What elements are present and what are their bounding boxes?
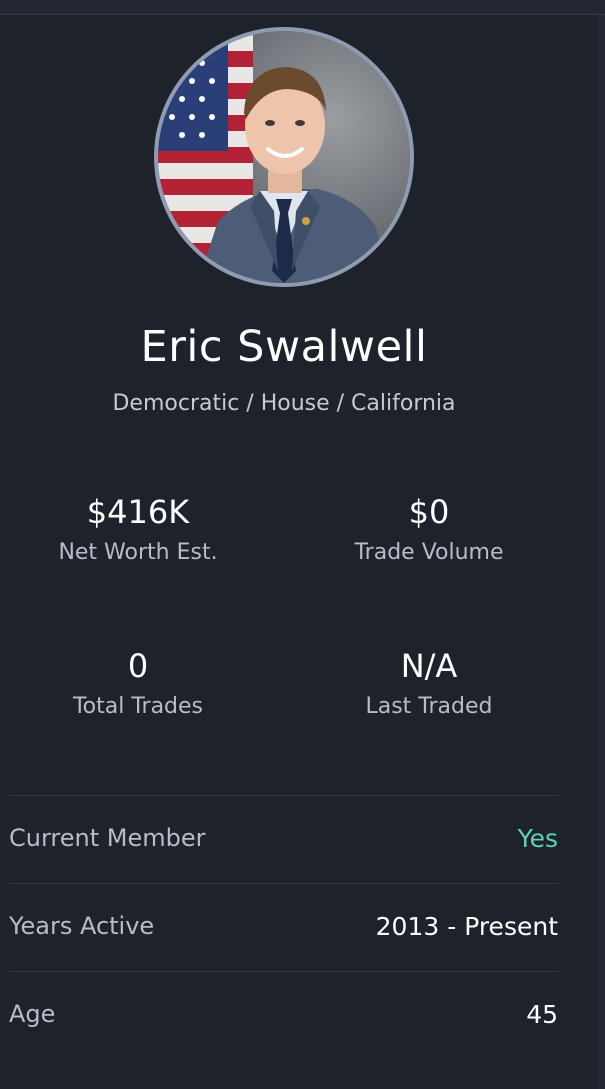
current-member-value: Yes bbox=[517, 824, 558, 853]
divider bbox=[9, 971, 559, 972]
years-active-value: 2013 - Present bbox=[375, 912, 558, 941]
divider bbox=[9, 795, 559, 796]
stat-net-worth: $416K Net Worth Est. bbox=[8, 492, 268, 568]
divider bbox=[9, 883, 559, 884]
years-active-label: Years Active bbox=[9, 912, 155, 940]
scroll-edge bbox=[597, 15, 605, 1089]
portrait-photo-icon bbox=[158, 31, 410, 283]
stat-label: Trade Volume bbox=[354, 540, 504, 565]
stat-label: Total Trades bbox=[72, 694, 204, 719]
age-label: Age bbox=[9, 1000, 56, 1028]
stat-label: Net Worth Est. bbox=[58, 540, 218, 565]
avatar bbox=[154, 27, 414, 287]
current-member-label: Current Member bbox=[9, 824, 206, 852]
stat-value: N/A bbox=[400, 647, 458, 685]
stat-last-traded: N/A Last Traded bbox=[299, 646, 559, 722]
stat-value: $0 bbox=[408, 493, 450, 531]
member-affiliation: Democratic / House / California bbox=[112, 391, 456, 416]
stat-trade-volume: $0 Trade Volume bbox=[299, 492, 559, 568]
top-bar bbox=[0, 0, 605, 15]
stat-value: 0 bbox=[127, 647, 149, 685]
member-name: Eric Swalwell bbox=[140, 322, 428, 372]
stat-total-trades: 0 Total Trades bbox=[8, 646, 268, 722]
age-value: 45 bbox=[526, 1000, 558, 1029]
stat-value: $416K bbox=[86, 493, 190, 531]
stat-label: Last Traded bbox=[365, 694, 493, 719]
